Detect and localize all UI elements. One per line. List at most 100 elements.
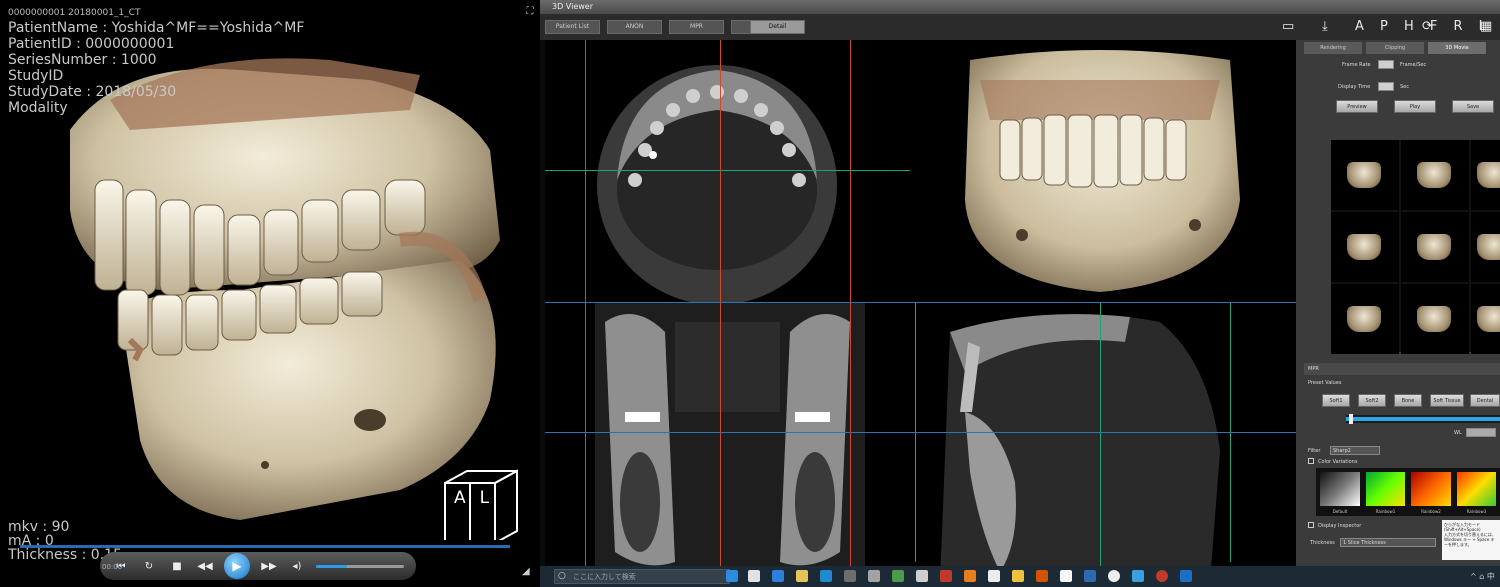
colormap-default[interactable]: Default bbox=[1320, 472, 1360, 514]
layout-icon[interactable]: ▭ bbox=[1282, 20, 1294, 34]
movie-progress-bar[interactable] bbox=[20, 545, 510, 548]
volume-slider[interactable] bbox=[316, 564, 404, 568]
download-icon[interactable]: ⤓ bbox=[1322, 20, 1328, 34]
frontal-3d-viewport[interactable] bbox=[910, 40, 1296, 302]
frame-thumbnail[interactable] bbox=[1331, 140, 1399, 210]
slider-knob[interactable] bbox=[1349, 414, 1354, 424]
loop-icon[interactable]: ↻ bbox=[140, 561, 158, 572]
study-id: StudyID bbox=[8, 68, 64, 84]
store-icon[interactable] bbox=[820, 570, 832, 582]
mpr-section-header[interactable]: MPR bbox=[1304, 363, 1500, 375]
thickness-select[interactable]: 1 Slice Thickness bbox=[1340, 538, 1436, 547]
crosshair-red-left-coronal[interactable] bbox=[585, 302, 586, 582]
app-icon[interactable] bbox=[1084, 570, 1096, 582]
expand-icon[interactable]: ⛶ bbox=[524, 6, 536, 18]
crosshair-blue-coronal[interactable] bbox=[545, 432, 910, 433]
app-icon[interactable] bbox=[964, 570, 976, 582]
crosshair-green-sagittal[interactable] bbox=[1100, 302, 1101, 582]
crosshair-red-center[interactable] bbox=[720, 40, 721, 302]
app-icon[interactable] bbox=[1156, 570, 1168, 582]
app-icon[interactable] bbox=[892, 570, 904, 582]
tab-clipping[interactable]: Clipping bbox=[1366, 42, 1424, 54]
tab-anon[interactable]: ANON bbox=[607, 20, 662, 34]
frontal-3d-image bbox=[965, 50, 1240, 292]
crosshair-red-left[interactable] bbox=[585, 40, 586, 302]
app-icon[interactable] bbox=[868, 570, 880, 582]
app-icon[interactable] bbox=[1012, 570, 1024, 582]
play-button[interactable]: ▶ bbox=[224, 553, 250, 579]
wl-input[interactable] bbox=[1466, 428, 1496, 437]
color-variations-label: Color Variations bbox=[1318, 459, 1358, 465]
app-icon[interactable] bbox=[1036, 570, 1048, 582]
preset-soft1-button[interactable]: Soft1 bbox=[1322, 394, 1350, 407]
preset-soft2-button[interactable]: Soft2 bbox=[1358, 394, 1386, 407]
colormap-rainbow3[interactable]: Rainbow3 bbox=[1456, 472, 1496, 514]
frame-thumbnail[interactable] bbox=[1401, 140, 1469, 210]
movie-frame-grid bbox=[1331, 140, 1500, 354]
task-view-icon[interactable] bbox=[748, 570, 760, 582]
frame-thumbnail[interactable] bbox=[1471, 140, 1500, 210]
resize-icon[interactable]: ◢ bbox=[522, 566, 534, 578]
frame-thumbnail[interactable] bbox=[1331, 284, 1399, 354]
play-movie-button[interactable]: Play bbox=[1394, 100, 1436, 113]
modality: Modality bbox=[8, 100, 68, 116]
sagittal-viewport[interactable] bbox=[910, 302, 1296, 582]
step-back-icon[interactable]: ◀◀ bbox=[196, 561, 214, 572]
save-movie-button[interactable]: Save bbox=[1452, 100, 1494, 113]
system-tray[interactable]: ^ ⌂ 中 bbox=[1470, 571, 1495, 582]
thickness-label: Thickness bbox=[1310, 540, 1335, 546]
frame-thumbnail[interactable] bbox=[1401, 212, 1469, 282]
edge-icon[interactable] bbox=[772, 570, 784, 582]
mic-icon[interactable] bbox=[726, 570, 738, 582]
volume-render-panel[interactable]: AL 0000000001 20180001_1_CT PatientName … bbox=[0, 0, 540, 587]
frame-rate-input[interactable] bbox=[1378, 60, 1394, 69]
movie-player-controls: ⏮ ↻ ■ ◀◀ ▶ ▶▶ ◂) bbox=[100, 552, 416, 580]
tab-detail[interactable]: Detail bbox=[750, 20, 805, 34]
taskbar-search-box[interactable]: ○ ここに入力して検索 bbox=[554, 569, 730, 584]
volume-icon[interactable]: ◂) bbox=[288, 561, 306, 572]
app-icon[interactable] bbox=[916, 570, 928, 582]
window-level-slider[interactable] bbox=[1346, 414, 1500, 424]
crosshair-blue-sagittal[interactable] bbox=[910, 432, 1296, 433]
app-icon[interactable] bbox=[1180, 570, 1192, 582]
crosshair-blue-top-sagittal[interactable] bbox=[910, 302, 1296, 303]
coronal-slice-image bbox=[595, 302, 865, 582]
tab-patient-list[interactable]: Patient List bbox=[545, 20, 600, 34]
app-icon[interactable] bbox=[844, 570, 856, 582]
tab-mpr[interactable]: MPR bbox=[669, 20, 724, 34]
fast-forward-icon[interactable]: ▶▶ bbox=[260, 561, 278, 572]
preset-soft-tissue-button[interactable]: Soft Tissue bbox=[1430, 394, 1464, 407]
patient-name: PatientName : Yoshida^MF==Yoshida^MF bbox=[8, 20, 305, 36]
preset-dental-button[interactable]: Dental bbox=[1470, 394, 1500, 407]
crosshair-red-right-coronal[interactable] bbox=[850, 302, 851, 582]
app-icon[interactable] bbox=[988, 570, 1000, 582]
preset-bone-button[interactable]: Bone bbox=[1394, 394, 1422, 407]
patient-info-overlay: 0000000001 20180001_1_CT PatientName : Y… bbox=[8, 8, 304, 116]
axial-viewport[interactable] bbox=[545, 40, 910, 302]
preview-button[interactable]: Preview bbox=[1336, 100, 1378, 113]
filter-select[interactable]: Sharp2 bbox=[1330, 446, 1380, 455]
app-icon[interactable] bbox=[1108, 570, 1120, 582]
colormap-rainbow1[interactable]: Rainbow1 bbox=[1365, 472, 1405, 514]
file-explorer-icon[interactable] bbox=[796, 570, 808, 582]
frame-thumbnail[interactable] bbox=[1471, 284, 1500, 354]
colormap-rainbow2[interactable]: Rainbow2 bbox=[1411, 472, 1451, 514]
app-icon[interactable] bbox=[1132, 570, 1144, 582]
frame-thumbnail[interactable] bbox=[1471, 212, 1500, 282]
stop-icon[interactable]: ■ bbox=[168, 561, 186, 572]
app-icon[interactable] bbox=[1060, 570, 1072, 582]
crosshair-red-center-coronal[interactable] bbox=[720, 302, 721, 582]
color-variations-checkbox[interactable] bbox=[1308, 458, 1314, 464]
crosshair-red-right[interactable] bbox=[850, 40, 851, 302]
coronal-viewport[interactable] bbox=[545, 302, 910, 582]
app-icon[interactable] bbox=[940, 570, 952, 582]
display-time-input[interactable] bbox=[1378, 82, 1394, 91]
tab-3d-movie[interactable]: 3D Movie bbox=[1428, 42, 1486, 54]
frame-thumbnail[interactable] bbox=[1401, 284, 1469, 354]
tab-rendering[interactable]: Rendering bbox=[1304, 42, 1362, 54]
frame-thumbnail[interactable] bbox=[1331, 212, 1399, 282]
crosshair-green[interactable] bbox=[545, 170, 910, 171]
crosshair-blue-top-coronal[interactable] bbox=[545, 302, 910, 303]
display-inspector-checkbox[interactable] bbox=[1308, 522, 1314, 528]
orientation-buttons[interactable]: A P H F R L bbox=[1355, 19, 1492, 34]
